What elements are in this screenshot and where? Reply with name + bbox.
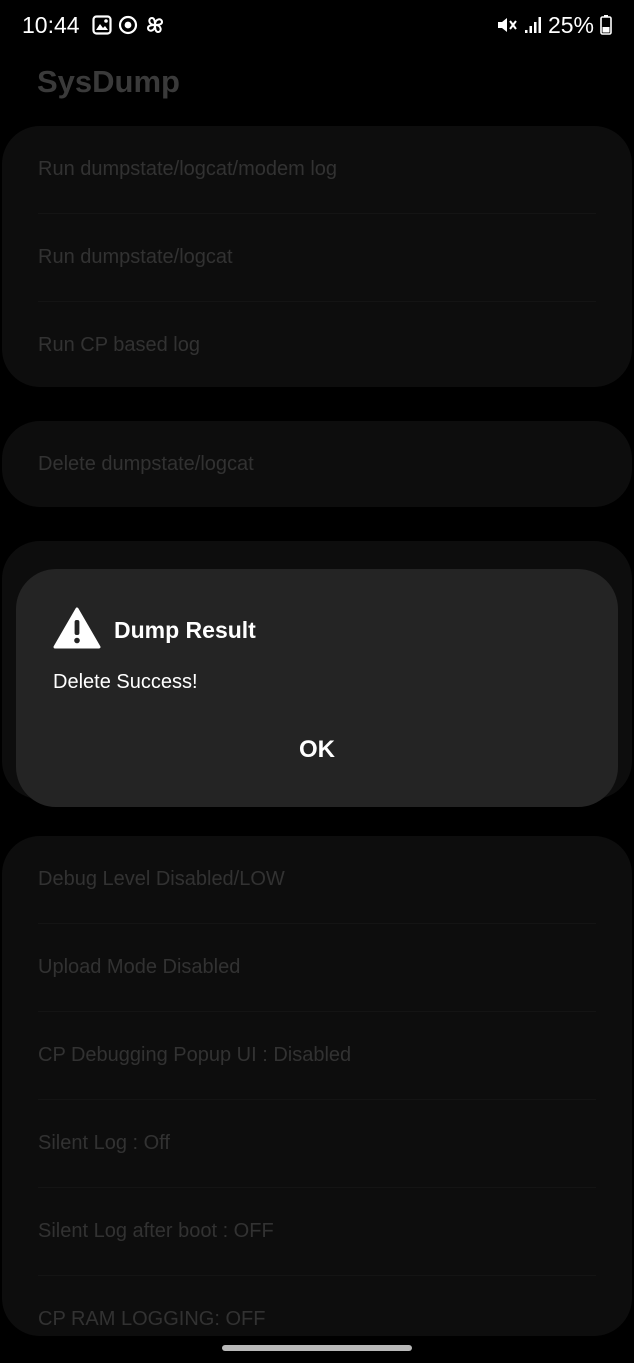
warning-icon	[52, 606, 102, 655]
mute-icon	[496, 15, 518, 35]
status-left: 10:44	[22, 12, 166, 39]
gallery-icon	[91, 15, 112, 35]
status-right: 25%	[496, 12, 612, 39]
dialog-header: Dump Result	[52, 606, 256, 655]
battery-percent: 25%	[547, 11, 594, 38]
signal-icon	[524, 16, 542, 34]
dialog-message: Delete Success!	[53, 671, 198, 693]
battery-icon	[600, 15, 612, 35]
at-sign-icon	[118, 15, 138, 35]
status-time: 10:44	[22, 11, 80, 38]
status-bar: 10:44 25%	[0, 0, 634, 50]
home-indicator[interactable]	[222, 1345, 412, 1351]
ok-button[interactable]: OK	[237, 722, 397, 778]
dialog-title: Dump Result	[114, 617, 256, 643]
pinwheel-icon	[144, 14, 166, 36]
